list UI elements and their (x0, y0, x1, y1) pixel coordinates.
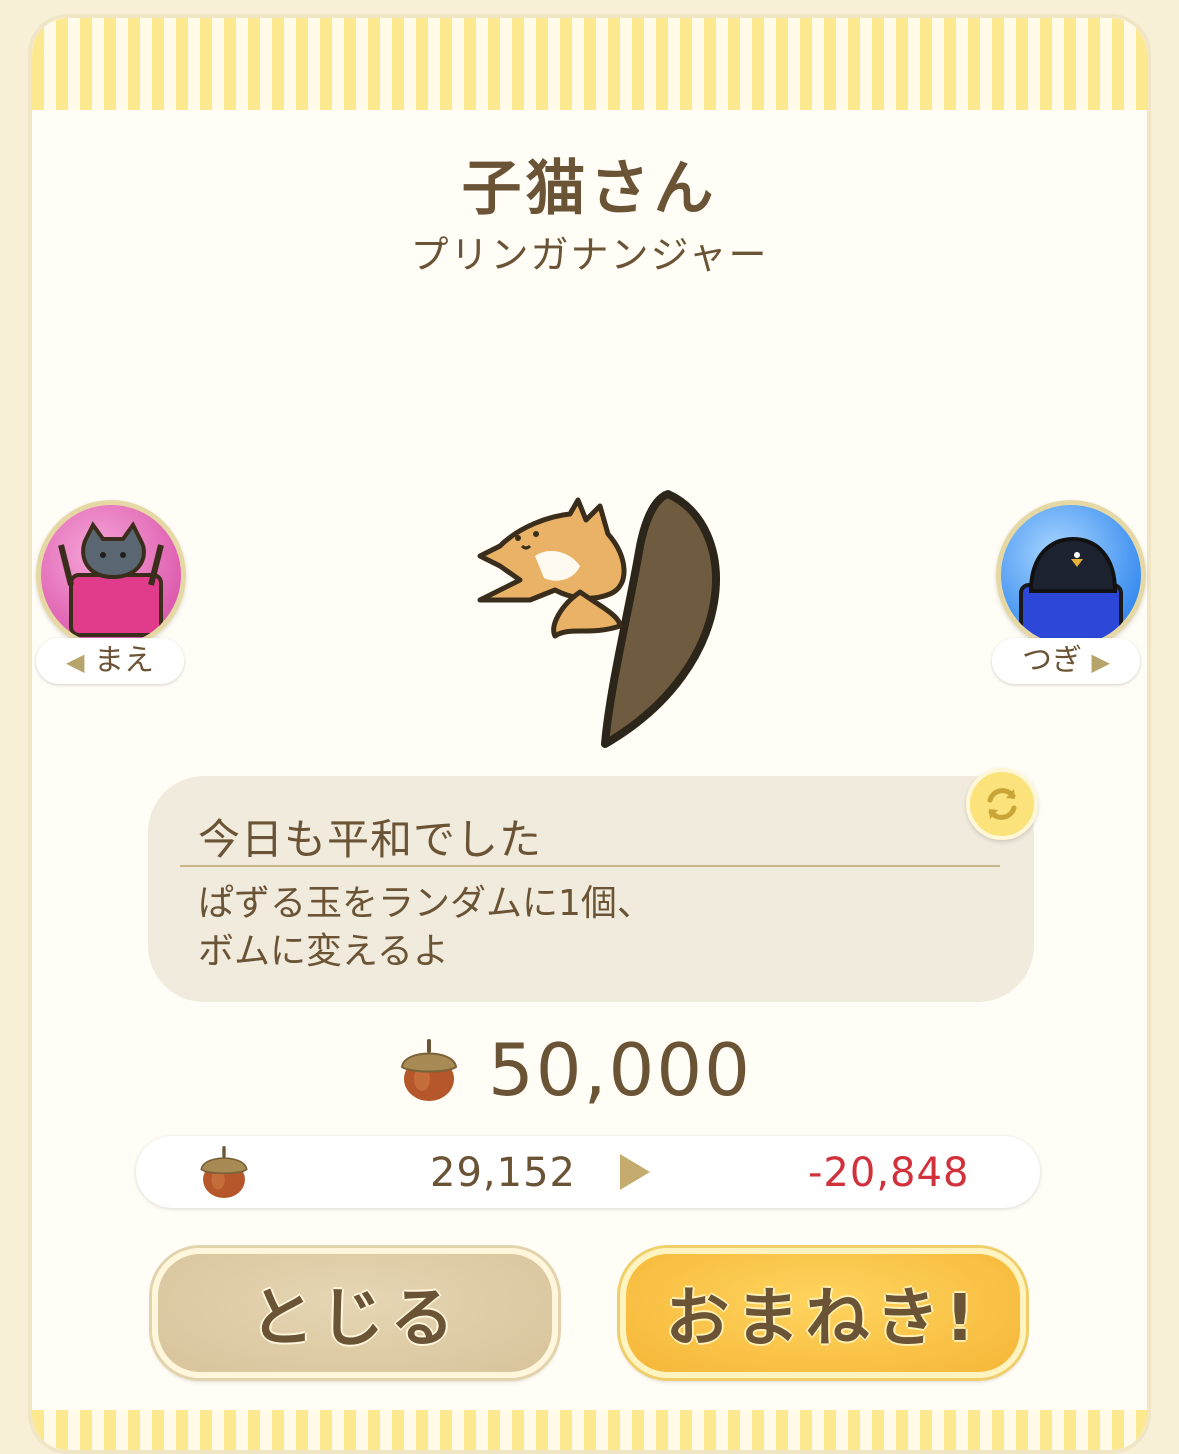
character-outfit: プリンガナンジャー (410, 233, 769, 277)
arrow-right-icon (620, 1154, 650, 1190)
close-button[interactable]: とじる (152, 1248, 558, 1378)
panel-inner (46, 110, 1133, 1410)
skill-title: 今日も平和でした (198, 815, 543, 864)
acorn-icon (400, 1039, 458, 1101)
arrow-left-icon: ◀ (65, 648, 85, 676)
skill-description-box: 今日も平和でした ぱずる玉をランダムに1個、 ボムに変えるよ (148, 776, 1034, 1002)
prev-label[interactable]: ◀ まえ (36, 638, 184, 684)
next-character-avatar[interactable] (996, 500, 1146, 650)
top-stripe-border (32, 18, 1147, 110)
cat-body (477, 497, 627, 603)
skill-description: ぱずる玉をランダムに1個、 ボムに変えるよ (198, 880, 653, 976)
invite-button-label: おまねき! (665, 1282, 981, 1356)
price-amount: 50,000 (488, 1028, 752, 1112)
balance-after: -20,848 (808, 1150, 970, 1196)
prev-character-button[interactable]: ◀ まえ (30, 500, 190, 690)
close-button-label: とじる (250, 1282, 460, 1356)
refresh-button[interactable] (966, 768, 1038, 840)
balance-bar: 29,152 -20,848 (136, 1136, 1040, 1208)
price: 50,000 (398, 1028, 752, 1112)
umbrella-shield (601, 490, 720, 748)
bottom-stripe-border (32, 1410, 1147, 1450)
current-balance: 29,152 (430, 1150, 576, 1196)
skill-description-line1: ぱずる玉をランダムに1個、 (198, 883, 653, 924)
prev-character-avatar[interactable] (36, 500, 186, 650)
next-label-text: つぎ (1021, 643, 1082, 678)
divider (180, 865, 1000, 867)
next-label[interactable]: つぎ ▶ (992, 638, 1140, 684)
prev-label-text: まえ (94, 643, 154, 678)
cat-avatar-icon (58, 521, 164, 637)
next-character-button[interactable]: つぎ ▶ (990, 500, 1150, 690)
skill-description-line2: ボムに変えるよ (198, 931, 449, 972)
penguin-avatar-icon (1019, 536, 1123, 643)
acorn-icon (200, 1145, 248, 1198)
arrow-right-icon: ▶ (1091, 648, 1110, 676)
invite-button[interactable]: おまねき! (620, 1248, 1026, 1378)
cat-leg (551, 589, 623, 639)
refresh-icon (987, 788, 1017, 820)
character-illustration (477, 490, 720, 748)
character-name: 子猫さん (461, 154, 718, 224)
